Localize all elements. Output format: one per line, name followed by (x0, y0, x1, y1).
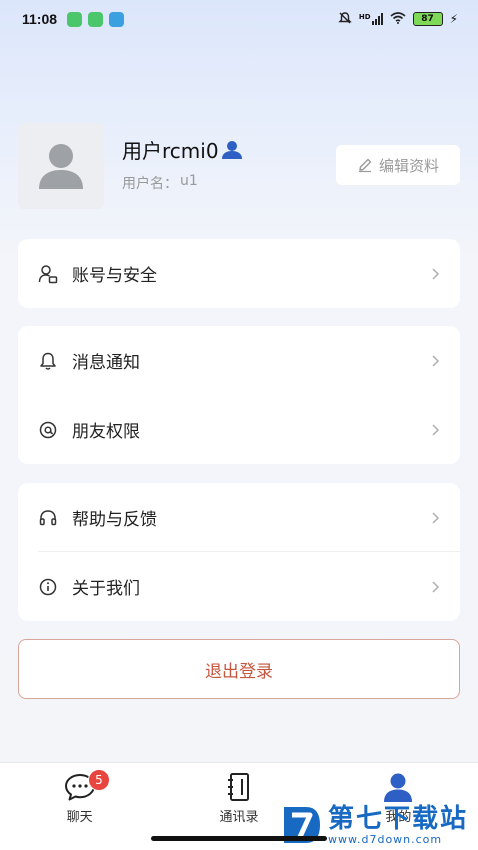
menu-label: 朋友权限 (72, 422, 140, 442)
chevron-right-icon (430, 423, 440, 437)
bell-icon (38, 351, 58, 371)
watermark-url: www.d7down.com (328, 832, 443, 846)
logout-button[interactable]: 退出登录 (18, 639, 460, 699)
menu-label: 消息通知 (72, 353, 140, 373)
battery-indicator: 87 (412, 12, 443, 26)
account-security-icon (38, 264, 58, 284)
username-value: u1 (180, 173, 198, 189)
info-icon (38, 577, 58, 597)
menu-item-friend-permissions[interactable]: 朋友权限 (18, 395, 460, 464)
app-notification-icon (88, 11, 104, 27)
wifi-icon (390, 11, 406, 27)
status-bar: 11:08 HD 87 ⚡ (0, 0, 478, 38)
account-card: 账号与安全 (18, 239, 460, 308)
home-indicator[interactable] (151, 836, 327, 841)
charging-icon: ⚡ (449, 12, 458, 26)
chevron-right-icon (430, 354, 440, 368)
user-icon (384, 773, 413, 802)
chevron-right-icon (430, 580, 440, 594)
headset-icon (38, 508, 58, 528)
telegram-icon (109, 11, 125, 27)
menu-item-help-feedback[interactable]: 帮助与反馈 (18, 483, 460, 552)
tab-chat[interactable]: 5 聊天 (0, 763, 159, 850)
hd-label: HD (358, 13, 371, 21)
watermark-logo: 第七下载站 www.d7down.com (280, 800, 478, 850)
menu-item-about-us[interactable]: 关于我们 (18, 552, 460, 621)
username-label: 用户名： (122, 176, 178, 192)
tab-label: 通讯录 (219, 810, 259, 825)
app-notification-icon (67, 11, 83, 27)
edit-profile-button[interactable]: 编辑资料 (336, 145, 460, 185)
contacts-book-icon (227, 773, 249, 801)
edit-profile-label: 编辑资料 (378, 156, 439, 175)
menu-label: 账号与安全 (72, 266, 157, 286)
silent-bell-icon (338, 11, 352, 28)
menu-label: 帮助与反馈 (72, 510, 157, 530)
notification-card: 消息通知 朋友权限 (18, 326, 460, 464)
username-row: 用户名： u1 (122, 173, 198, 193)
status-time: 11:08 (22, 11, 58, 27)
default-user-icon (39, 144, 83, 189)
menu-item-account-security[interactable]: 账号与安全 (18, 239, 460, 308)
nickname: 用户rcmi0 (122, 139, 219, 163)
menu-label: 关于我们 (72, 579, 140, 599)
profile-header: 用户rcmi0 用户名： u1 编辑资料 (18, 123, 460, 209)
menu-item-notifications[interactable]: 消息通知 (18, 326, 460, 395)
pencil-icon (358, 158, 372, 173)
user-icon (221, 140, 242, 159)
unread-badge: 5 (88, 769, 110, 791)
help-card: 帮助与反馈 关于我们 (18, 483, 460, 621)
at-sign-icon (38, 420, 58, 440)
nickname-row: 用户rcmi0 (122, 135, 243, 164)
tab-label: 聊天 (66, 810, 93, 825)
avatar[interactable] (18, 123, 104, 209)
chevron-right-icon (430, 511, 440, 525)
watermark-title: 第七下载站 (328, 803, 469, 834)
logout-label: 退出登录 (205, 661, 273, 682)
chevron-right-icon (430, 267, 440, 281)
signal-icon: HD (359, 13, 383, 25)
